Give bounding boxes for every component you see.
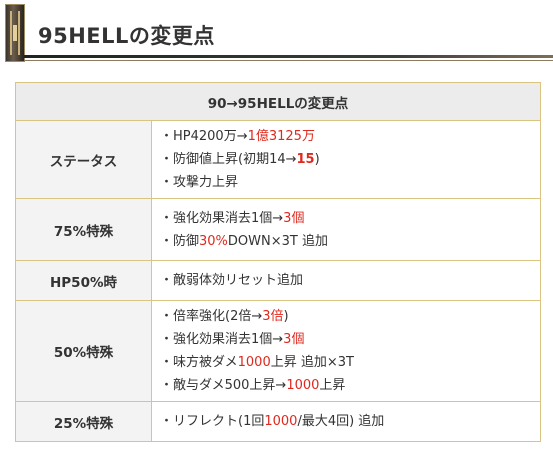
table-row: ステータス ・HP4200万→1億3125万 ・防御値上昇(初期14→15) ・攻撃力… — [15, 120, 541, 199]
item-text: ・強化効果消去1個→ — [160, 210, 284, 226]
row-label: 75%特殊 — [15, 198, 152, 261]
row-content: ・敵弱体効リセット追加 — [151, 260, 541, 301]
section-header: 95HELLの変更点 — [0, 0, 553, 66]
highlight-value: 1000 — [286, 378, 320, 393]
item-text: ・味方被ダメ — [160, 355, 238, 370]
table-body: ステータス ・HP4200万→1億3125万 ・防御値上昇(初期14→15) ・攻撃力… — [15, 120, 541, 442]
row-content: ・倍率強化(2倍→3倍) ・強化効果消去1個→3個 ・味方被ダメ1000上昇 追加×… — [151, 300, 541, 402]
table-row: HP50%時 ・敵弱体効リセット追加 — [15, 260, 541, 301]
page: 95HELLの変更点 90→95HELLの変更点 ステータス ・HP4200万→1… — [0, 0, 553, 476]
highlight-value: 15 — [296, 152, 315, 167]
highlight-value: 3個 — [283, 210, 305, 226]
row-content: ・HP4200万→1億3125万 ・防御値上昇(初期14→15) ・攻撃力上昇 — [151, 120, 541, 199]
highlight-value: 1000 — [264, 414, 298, 429]
row-label: 50%特殊 — [15, 300, 152, 402]
changes-table-wrapper: 90→95HELLの変更点 ステータス ・HP4200万→1億3125万 ・防御値上… — [15, 82, 541, 442]
table-header-row: 90→95HELLの変更点 — [15, 82, 541, 121]
change-item: ・防御値上昇(初期14→15) — [160, 148, 540, 171]
highlight-value: 1億3125万 — [247, 129, 315, 144]
change-item: ・敵与ダメ500上昇→1000上昇 — [160, 374, 540, 397]
table-row: 75%特殊 ・強化効果消去1個→3個 ・防御30%DOWN×3T 追加 — [15, 198, 541, 261]
item-text: ・HP4200万→ — [160, 129, 248, 144]
highlight-value: 30% — [199, 233, 228, 249]
highlight-value: 3個 — [283, 332, 305, 347]
item-text: ・倍率強化(2倍→ — [160, 309, 263, 324]
section-title: 95HELLの変更点 — [38, 24, 215, 48]
table-row: 50%特殊 ・倍率強化(2倍→3倍) ・強化効果消去1個→3個 ・味方被ダメ1000上… — [15, 300, 541, 402]
change-item: ・強化効果消去1個→3個 — [160, 328, 540, 351]
row-content: ・リフレクト(1回1000/最大4回) 追加 — [151, 401, 541, 442]
item-text: ) — [283, 309, 289, 324]
item-text: DOWN×3T 追加 — [227, 233, 328, 249]
item-text: ・強化効果消去1個→ — [160, 332, 284, 347]
change-item: ・味方被ダメ1000上昇 追加×3T — [160, 351, 540, 374]
row-content: ・強化効果消去1個→3個 ・防御30%DOWN×3T 追加 — [151, 198, 541, 261]
highlight-value: 1000 — [237, 355, 271, 370]
ornament-icon — [5, 4, 25, 62]
row-label: 25%特殊 — [15, 401, 152, 442]
item-text: 上昇 追加×3T — [270, 355, 354, 370]
changes-table: 90→95HELLの変更点 ステータス ・HP4200万→1億3125万 ・防御値上… — [15, 82, 541, 442]
change-item: ・攻撃力上昇 — [160, 171, 540, 194]
item-text: ・攻撃力上昇 — [160, 175, 239, 190]
table-heading: 90→95HELLの変更点 — [15, 82, 541, 121]
header-divider — [24, 55, 553, 58]
table-row: 25%特殊 ・リフレクト(1回1000/最大4回) 追加 — [15, 401, 541, 442]
item-text: ・リフレクト(1回 — [160, 414, 265, 429]
row-label: ステータス — [15, 120, 152, 199]
change-item: ・強化効果消去1個→3個 — [160, 207, 540, 230]
row-label: HP50%時 — [15, 260, 152, 301]
change-item: ・倍率強化(2倍→3倍) — [160, 305, 540, 328]
item-text: ・敵弱体効リセット追加 — [160, 273, 304, 288]
item-text: /最大4回) 追加 — [297, 414, 385, 429]
highlight-value: 3倍 — [262, 309, 284, 324]
item-text: ・防御 — [160, 233, 200, 249]
item-text: ・防御値上昇(初期14→ — [160, 152, 297, 167]
item-text: ) — [314, 152, 320, 167]
change-item: ・HP4200万→1億3125万 — [160, 125, 540, 148]
item-text: ・敵与ダメ500上昇→ — [160, 378, 287, 393]
change-item: ・リフレクト(1回1000/最大4回) 追加 — [160, 410, 540, 433]
header-divider-thin — [24, 60, 553, 61]
item-text: 上昇 — [319, 378, 346, 393]
change-item: ・敵弱体効リセット追加 — [160, 269, 540, 292]
change-item: ・防御30%DOWN×3T 追加 — [160, 230, 540, 253]
